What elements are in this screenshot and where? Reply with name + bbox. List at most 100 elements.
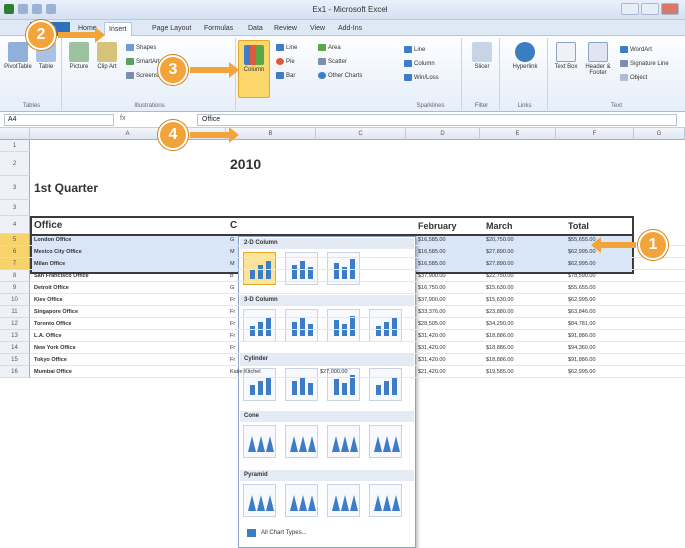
cell-office[interactable]: L.A. Office [32, 330, 222, 342]
cell-mar[interactable]: $15,630.00 [484, 294, 554, 306]
scatter-chart-button[interactable]: Scatter [318, 58, 347, 65]
tab-insert[interactable]: Insert [104, 22, 132, 36]
cell-feb[interactable]: $37,900.00 [416, 270, 478, 282]
cell-office[interactable]: Detroit Office [32, 282, 222, 294]
cell-mar[interactable]: $27,890.00 [484, 258, 554, 270]
cell-total[interactable]: $62,995.00 [566, 294, 632, 306]
text-box-button[interactable]: Text Box [554, 42, 578, 70]
win-loss-button[interactable]: Win/Loss [404, 74, 439, 81]
cell-office[interactable]: San Francisco Office [32, 270, 222, 282]
tab-add-ins[interactable]: Add-Ins [334, 22, 366, 36]
redo-icon[interactable] [46, 4, 56, 14]
cell-total[interactable]: $63,846.00 [566, 306, 632, 318]
cell-c[interactable]: B [228, 270, 314, 282]
row-header-1[interactable]: 1 [0, 140, 30, 152]
column-header-f[interactable]: F [556, 128, 634, 140]
tab-review[interactable]: Review [270, 22, 301, 36]
shapes-button[interactable]: Shapes [126, 44, 156, 51]
row-header[interactable]: 9 [0, 282, 30, 294]
wordart-button[interactable]: WordArt [620, 46, 652, 53]
formula-input[interactable]: Office [197, 114, 677, 126]
cell-mar[interactable]: $19,585.00 [484, 366, 554, 378]
cell-c[interactable]: Fr [228, 330, 314, 342]
column-header-e[interactable]: E [480, 128, 556, 140]
cell-mar[interactable]: $15,630.00 [484, 282, 554, 294]
header-footer-button[interactable]: Header & Footer [580, 42, 616, 76]
cell-total[interactable]: $94,360.00 [566, 342, 632, 354]
sparkline-line-button[interactable]: Line [404, 46, 425, 53]
row-header[interactable]: 6 [0, 246, 30, 258]
column-header-c[interactable]: C [316, 128, 406, 140]
cell-c[interactable]: Fr [228, 354, 314, 366]
cell-total[interactable]: $62,995.00 [566, 366, 632, 378]
tab-data[interactable]: Data [244, 22, 267, 36]
other-charts-button[interactable]: Other Charts [318, 72, 362, 79]
cell-feb[interactable]: $21,420.00 [416, 366, 478, 378]
cell-c[interactable]: G [228, 282, 314, 294]
tab-formulas[interactable]: Formulas [200, 22, 237, 36]
slicer-button[interactable]: Slicer [468, 42, 496, 70]
cell-mar[interactable]: $22,750.00 [484, 270, 554, 282]
cell-feb[interactable]: $28,505.00 [416, 318, 478, 330]
column-header-b[interactable]: B [226, 128, 316, 140]
cell-feb[interactable]: $16,585.00 [416, 246, 478, 258]
cell-feb[interactable]: $31,420.00 [416, 342, 478, 354]
cell-mar[interactable]: $18,886.00 [484, 354, 554, 366]
cell-c[interactable]: M [228, 258, 314, 270]
row-header[interactable]: 16 [0, 366, 30, 378]
row-header[interactable]: 11 [0, 306, 30, 318]
cell-total[interactable]: $78,590.00 [566, 270, 632, 282]
undo-icon[interactable] [32, 4, 42, 14]
cell-mar[interactable]: $23,880.00 [484, 306, 554, 318]
cell-mar[interactable]: $27,890.00 [484, 246, 554, 258]
cell-feb[interactable]: $33,376.00 [416, 306, 478, 318]
cell-office[interactable]: London Office [32, 234, 222, 246]
picture-button[interactable]: Picture [66, 42, 92, 70]
bar-chart-button[interactable]: Bar [276, 72, 295, 79]
row-header[interactable]: 7 [0, 258, 30, 270]
row-header-2[interactable]: 2 [0, 152, 30, 176]
row-header[interactable]: 12 [0, 318, 30, 330]
tab-view[interactable]: View [306, 22, 329, 36]
cell-total[interactable]: $62,995.00 [566, 258, 632, 270]
cell-total[interactable]: $91,886.00 [566, 354, 632, 366]
row-header-3b[interactable]: 3 [0, 200, 30, 216]
fx-icon[interactable]: fx [120, 115, 125, 122]
cell-office[interactable]: Kiev Office [32, 294, 222, 306]
cell-total[interactable]: $55,655.00 [566, 282, 632, 294]
cell-c[interactable]: Katie Kitchel [228, 366, 314, 378]
close-button[interactable] [661, 3, 679, 15]
row-header[interactable]: 13 [0, 330, 30, 342]
cell-office[interactable]: New York Office [32, 342, 222, 354]
all-chart-types-button[interactable]: All Chart Types... [247, 529, 307, 537]
cell-feb[interactable]: $31,420.00 [416, 330, 478, 342]
maximize-button[interactable] [641, 3, 659, 15]
cell-c[interactable]: Fr [228, 294, 314, 306]
cell-feb[interactable]: $16,750.00 [416, 282, 478, 294]
cell-total[interactable]: $84,781.00 [566, 318, 632, 330]
signature-line-button[interactable]: Signature Line [620, 60, 669, 67]
tab-page-layout[interactable]: Page Layout [148, 22, 195, 36]
chart-type-thumbnail[interactable] [285, 425, 318, 458]
cell-feb[interactable]: $31,420.00 [416, 354, 478, 366]
object-button[interactable]: Object [620, 74, 647, 81]
row-header[interactable]: 15 [0, 354, 30, 366]
worksheet-grid[interactable]: 1 2 3 3 4 2010 1st Quarter Office C Febr… [0, 140, 685, 548]
chart-type-thumbnail[interactable] [327, 309, 360, 342]
chart-type-thumbnail[interactable] [369, 425, 402, 458]
cell-feb[interactable]: $16,585.00 [416, 234, 478, 246]
chart-type-thumbnail[interactable] [369, 484, 402, 517]
cell-c[interactable]: G [228, 234, 314, 246]
cell-feb[interactable]: $16,585.00 [416, 258, 478, 270]
clip-art-button[interactable]: Clip Art [94, 42, 120, 70]
chart-type-thumbnail[interactable] [243, 484, 276, 517]
minimize-button[interactable] [621, 3, 639, 15]
chart-type-thumbnail[interactable] [285, 484, 318, 517]
cell-office[interactable]: Tokyo Office [32, 354, 222, 366]
chart-type-thumbnail[interactable] [369, 309, 402, 342]
column-header-d[interactable]: D [406, 128, 480, 140]
chart-type-thumbnail[interactable] [327, 484, 360, 517]
pie-chart-button[interactable]: Pie [276, 58, 295, 65]
cell-office[interactable]: Toronto Office [32, 318, 222, 330]
column-chart-button[interactable]: Column [238, 40, 270, 98]
